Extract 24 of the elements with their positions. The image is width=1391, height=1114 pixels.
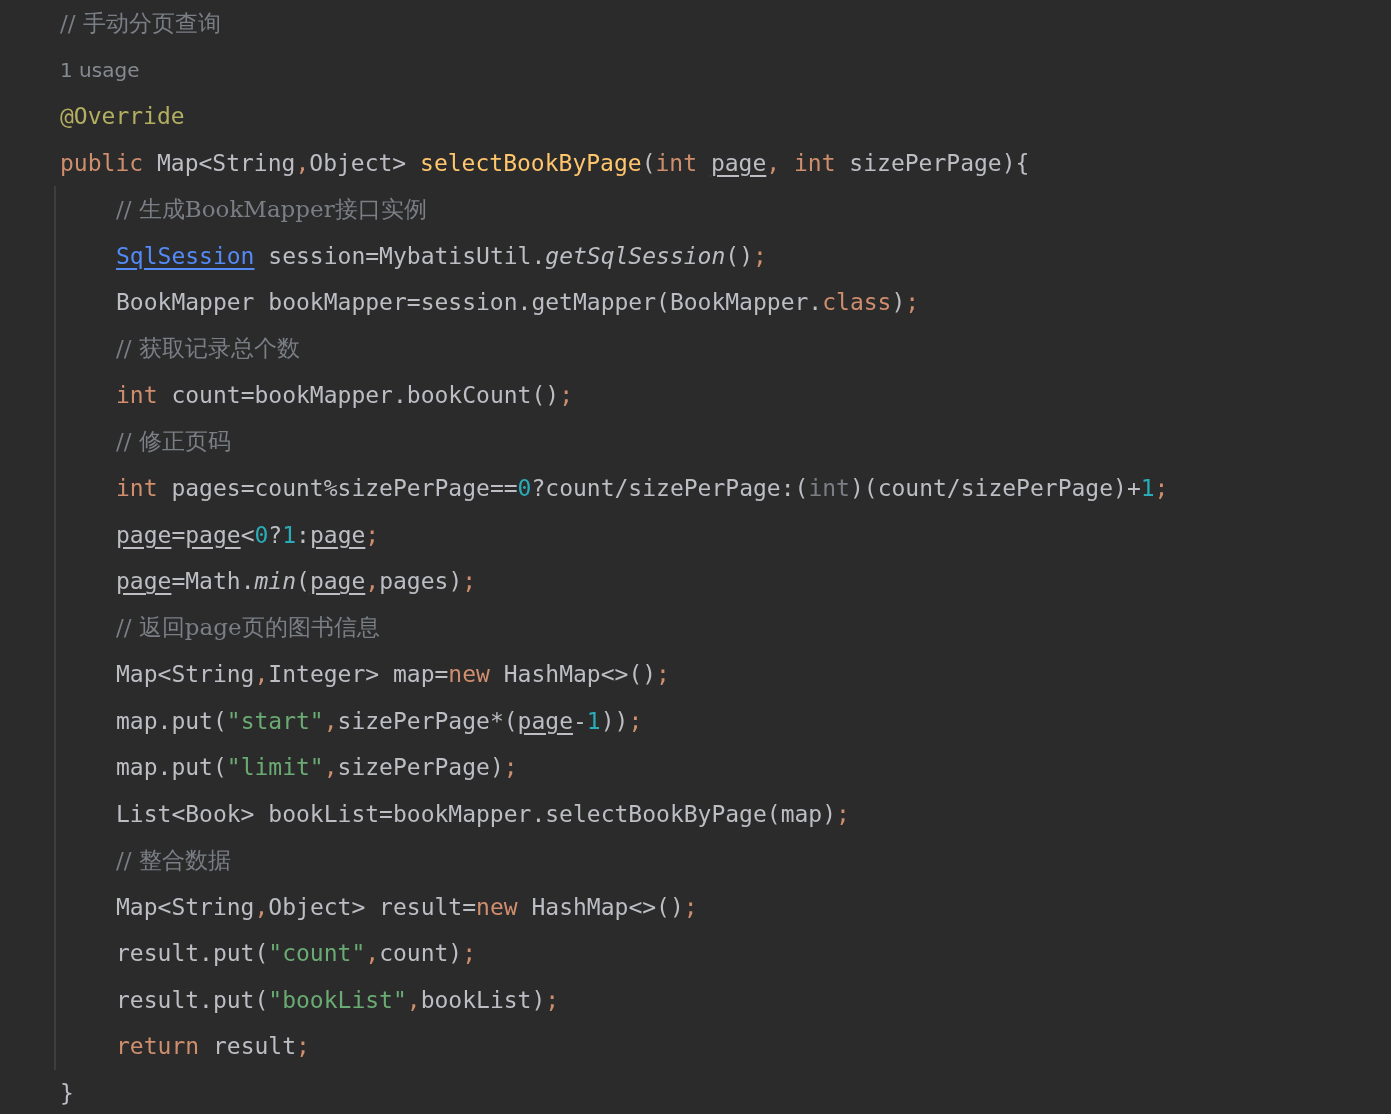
code-comment: // 手动分页查询 <box>60 8 221 38</box>
code-line: Map<String,Integer> map=new HashMap<>(); <box>116 661 670 688</box>
code-comment: // 生成BookMapper接口实例 <box>116 194 427 224</box>
code-line: List<Book> bookList=bookMapper.selectBookByPage(map); <box>116 800 850 827</box>
code-line: } <box>60 1079 74 1106</box>
code-line: int pages=count%sizePerPage==0?count/sizePerPage:(int)(count/sizePerPage)+1; <box>116 475 1169 502</box>
code-line: return result; <box>116 1033 310 1060</box>
code-line: map.put("start",sizePerPage*(page-1)); <box>116 707 643 734</box>
code-line: page=Math.min(page,pages); <box>116 568 477 595</box>
code-comment: // 获取记录总个数 <box>116 334 300 364</box>
code-line: map.put("limit",sizePerPage); <box>116 754 518 781</box>
code-comment: // 修正页码 <box>116 427 231 457</box>
code-line: int count=bookMapper.bookCount(); <box>116 382 573 409</box>
code-comment: // 返回page页的图书信息 <box>116 613 380 643</box>
code-line: Map<String,Object> result=new HashMap<>(); <box>116 893 698 920</box>
code-line: result.put("count",count); <box>116 940 477 967</box>
code-line: public Map<String,Object> selectBookByPage(int page, int sizePerPage){ <box>60 149 1030 176</box>
code-line: result.put("bookList",bookList); <box>116 986 560 1013</box>
code-line: page=page<0?1:page; <box>116 521 380 548</box>
code-line: BookMapper bookMapper=session.getMapper(BookMapper.class); <box>116 289 920 316</box>
code-line: SqlSession session=MybatisUtil.getSqlSession(); <box>116 242 767 269</box>
code-line: @Override <box>60 103 185 130</box>
usage-hint: 1 usage <box>60 57 140 82</box>
code-comment: // 整合数据 <box>116 845 231 875</box>
